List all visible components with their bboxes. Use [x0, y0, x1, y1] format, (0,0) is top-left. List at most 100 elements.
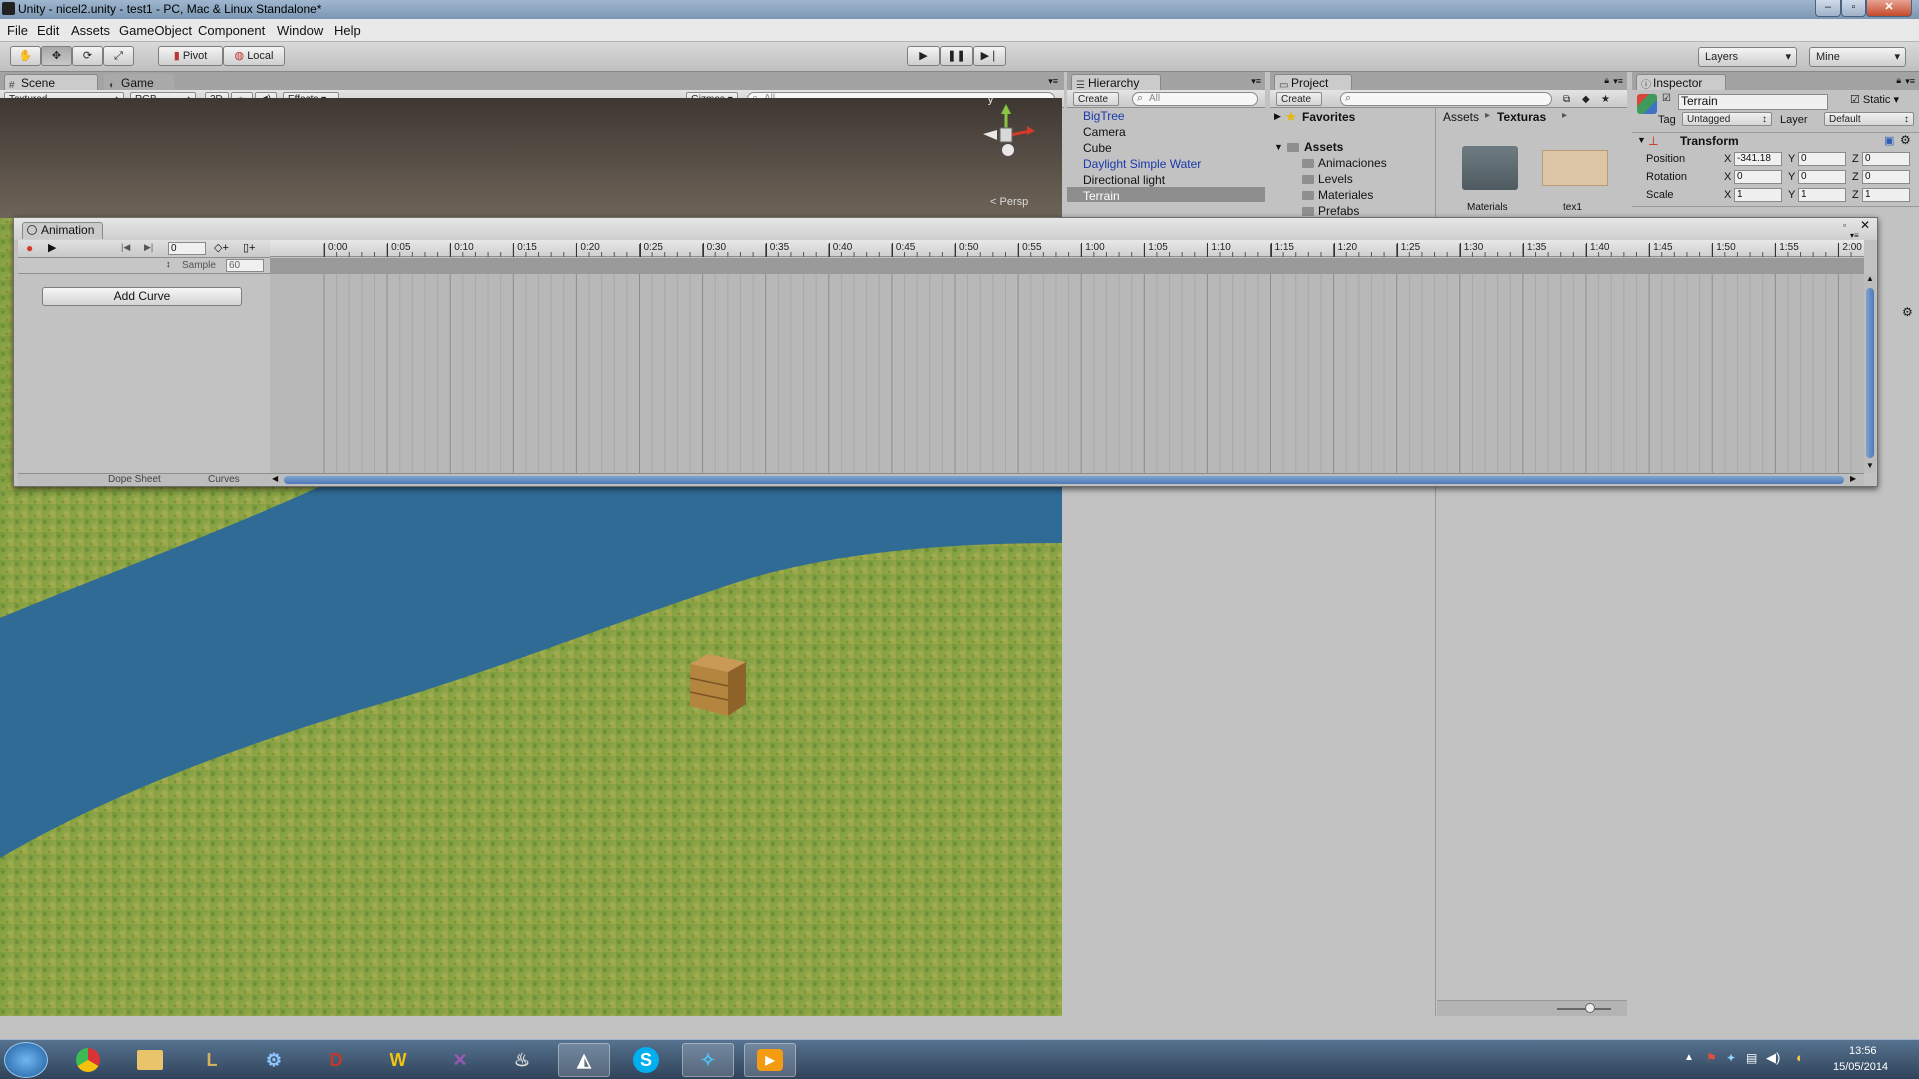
materials-folder-thumbnail[interactable] [1462, 146, 1518, 190]
horizontal-scrollbar[interactable]: ◀ ▶ [270, 473, 1864, 486]
position-y-field[interactable]: 0 [1798, 152, 1846, 166]
position-z-field[interactable]: 0 [1862, 152, 1910, 166]
pause-button[interactable]: ❚❚ [940, 46, 973, 66]
tray-app-icon[interactable]: ✦ [1726, 1051, 1736, 1065]
layout-dropdown[interactable]: Mine ▾ [1809, 47, 1906, 67]
filter-label-icon[interactable]: ◆ [1577, 92, 1595, 106]
scroll-right-icon[interactable]: ▶ [1850, 474, 1856, 483]
favorite-star-icon[interactable]: ★ [1596, 92, 1615, 106]
hierarchy-item-terrain[interactable]: Terrain [1083, 189, 1120, 203]
maximize-icon[interactable]: ▫ [1843, 220, 1846, 230]
layers-dropdown[interactable]: Layers ▾ [1698, 47, 1797, 67]
rotation-z-field[interactable]: 0 [1862, 170, 1910, 184]
favorites-node[interactable]: Favorites [1302, 110, 1355, 124]
gear-icon[interactable]: ⚙ [1902, 305, 1913, 319]
add-event-button[interactable]: ▯+ [243, 241, 255, 254]
scale-y-field[interactable]: 1 [1798, 188, 1846, 202]
animation-window[interactable]: Animation ▫ ✕ ▾≡ ● ▶ |◀ ▶| 0 ◇+ ▯+ ↕ Sam… [13, 217, 1878, 487]
media-player-icon[interactable]: ▶ [744, 1043, 796, 1077]
hierarchy-search-input[interactable]: All [1132, 92, 1258, 106]
minimize-button[interactable]: – [1815, 0, 1841, 17]
lock-icon[interactable]: 🔒︎ [1604, 75, 1609, 86]
folder-animaciones[interactable]: Animaciones [1318, 156, 1387, 170]
tray-flag-icon[interactable]: ⚑ [1706, 1051, 1717, 1065]
clock-time[interactable]: 13:56 [1849, 1045, 1877, 1057]
steam-icon[interactable]: ♨ [496, 1043, 548, 1077]
diablo-icon[interactable]: D [310, 1043, 362, 1077]
help-book-icon[interactable]: ▣ [1884, 134, 1894, 147]
move-tool-button[interactable]: ✥ [41, 46, 72, 66]
lock-icon[interactable]: 🔒︎ [1896, 75, 1901, 86]
filter-type-icon[interactable]: ⧉ [1558, 92, 1575, 106]
volume-icon[interactable]: ◀) [1766, 1050, 1780, 1066]
menu-file[interactable]: File [7, 23, 28, 38]
clock-date[interactable]: 15/05/2014 [1833, 1061, 1888, 1073]
launcher-icon[interactable]: ⚙ [248, 1043, 300, 1077]
tray-weather-icon[interactable]: ◐ [1796, 1050, 1804, 1065]
tray-expand-icon[interactable]: ▲ [1684, 1052, 1694, 1063]
breadcrumb-texturas[interactable]: Texturas [1497, 110, 1546, 124]
breadcrumb-assets[interactable]: Assets [1443, 110, 1479, 124]
panel-menu-icon[interactable]: ▾≡ [1048, 76, 1058, 87]
skype-icon[interactable]: S [620, 1043, 672, 1077]
starcraft-icon[interactable]: ✕ [434, 1043, 486, 1077]
menu-gameobject[interactable]: GameObject [119, 23, 192, 38]
chrome-icon[interactable] [62, 1043, 114, 1077]
folder-prefabs[interactable]: Prefabs [1318, 204, 1359, 218]
tex1-thumbnail[interactable] [1542, 150, 1608, 186]
horizontal-scroll-thumb[interactable] [284, 476, 1844, 484]
vertical-scrollbar[interactable]: ▲ ▼ [1864, 274, 1876, 473]
hierarchy-item-camera[interactable]: Camera [1083, 125, 1126, 139]
clip-dropdown-icon[interactable]: ↕ [166, 259, 171, 269]
panel-menu-icon[interactable]: ▾≡ [1905, 76, 1915, 87]
layer-dropdown[interactable]: Default ↕ [1824, 112, 1914, 126]
menu-edit[interactable]: Edit [37, 23, 59, 38]
record-button[interactable]: ● [26, 241, 33, 255]
rotation-x-field[interactable]: 0 [1734, 170, 1782, 184]
object-name-field[interactable]: Terrain [1678, 94, 1828, 110]
static-checkbox[interactable]: ☑ Static ▾ [1850, 93, 1899, 106]
expand-arrow-icon[interactable]: ▶ [1274, 111, 1281, 122]
vertical-scroll-thumb[interactable] [1866, 288, 1874, 458]
menu-help[interactable]: Help [334, 23, 361, 38]
dopesheet-area[interactable] [270, 274, 1864, 473]
project-search-input[interactable] [1340, 92, 1552, 106]
panel-menu-icon[interactable]: ▾≡ [1251, 76, 1261, 87]
folder-materiales[interactable]: Materiales [1318, 188, 1373, 202]
add-keyframe-button[interactable]: ◇+ [214, 241, 229, 254]
hierarchy-item-light[interactable]: Directional light [1083, 173, 1165, 187]
tag-dropdown[interactable]: Untagged ↕ [1682, 112, 1772, 126]
rotation-y-field[interactable]: 0 [1798, 170, 1846, 184]
hierarchy-item-cube[interactable]: Cube [1083, 141, 1112, 155]
prev-keyframe-button[interactable]: |◀ [121, 242, 130, 253]
timeline-ruler[interactable] [270, 240, 1864, 257]
tab-animation[interactable]: Animation [22, 222, 104, 239]
menu-assets[interactable]: Assets [71, 23, 110, 38]
assets-node[interactable]: Assets [1304, 140, 1343, 154]
collapse-arrow-icon[interactable]: ▼ [1274, 142, 1283, 152]
explorer-icon[interactable] [124, 1043, 176, 1077]
tab-curves[interactable]: Curves [208, 474, 240, 485]
position-x-field[interactable]: -341.18 [1734, 152, 1782, 166]
panel-menu-icon[interactable]: ▾≡ [1850, 231, 1859, 240]
persp-label[interactable]: < Persp [990, 196, 1028, 208]
next-keyframe-button[interactable]: ▶| [144, 242, 153, 253]
close-icon[interactable]: ✕ [1860, 218, 1870, 232]
hierarchy-item-bigtree[interactable]: BigTree [1083, 109, 1125, 123]
play-button[interactable]: ▶ [907, 46, 940, 66]
close-button[interactable]: ✕ [1866, 0, 1912, 17]
hand-tool-button[interactable]: ✋ [10, 46, 41, 66]
battlenet-icon[interactable]: ✧ [682, 1043, 734, 1077]
scale-z-field[interactable]: 1 [1862, 188, 1910, 202]
thumbnail-size-slider-handle[interactable] [1585, 1003, 1595, 1013]
active-checkbox[interactable]: ☑ [1662, 93, 1671, 104]
anim-play-button[interactable]: ▶ [48, 241, 56, 254]
thumbnail-size-slider-track[interactable] [1557, 1008, 1611, 1010]
hierarchy-item-water[interactable]: Daylight Simple Water [1083, 157, 1201, 171]
scroll-left-icon[interactable]: ◀ [272, 474, 278, 483]
gear-icon[interactable]: ⚙ [1900, 133, 1911, 147]
start-button[interactable] [4, 1042, 48, 1078]
network-icon[interactable]: ▤ [1746, 1051, 1757, 1065]
scale-tool-button[interactable]: ⤢ [103, 46, 134, 66]
scale-x-field[interactable]: 1 [1734, 188, 1782, 202]
